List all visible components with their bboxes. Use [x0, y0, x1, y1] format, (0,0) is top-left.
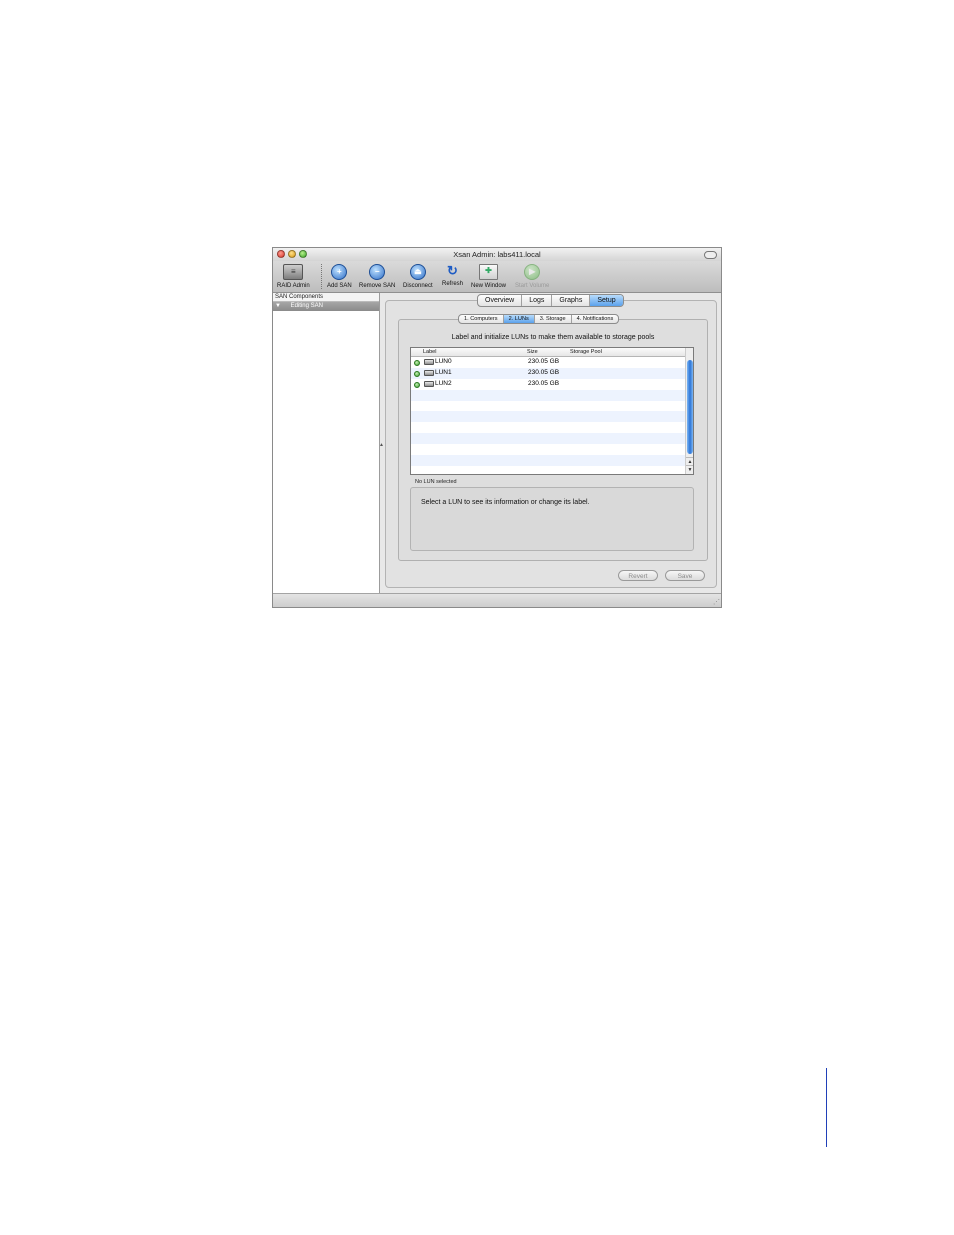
revert-button[interactable]: Revert — [618, 570, 658, 581]
remove-san-icon: − — [369, 264, 386, 280]
empty-row — [411, 455, 686, 466]
empty-row — [411, 444, 686, 455]
empty-row — [411, 411, 686, 423]
tab-logs[interactable]: Logs — [522, 295, 553, 306]
refresh-button[interactable]: ↻ Refresh — [442, 262, 463, 288]
raid-admin-button[interactable]: ≡ RAID Admin — [277, 262, 310, 289]
disk-icon — [424, 359, 434, 365]
remove-san-button[interactable]: − Remove SAN — [359, 262, 395, 289]
disk-icon — [424, 369, 434, 376]
disk-icon — [424, 380, 434, 387]
setup-subtabs: 1. Computers 2. LUNs 3. Storage 4. Notif… — [458, 314, 620, 324]
raid-admin-icon: ≡ — [283, 264, 304, 280]
tab-overview[interactable]: Overview — [478, 295, 523, 306]
scrollbar-thumb[interactable] — [687, 360, 693, 454]
toolbar-separator — [321, 264, 322, 289]
table-row[interactable]: LUN0 230.05 GB — [411, 357, 686, 368]
tab-graphs[interactable]: Graphs — [552, 295, 591, 306]
lun-size: 230.05 GB — [528, 379, 560, 387]
scroll-down-arrow-icon[interactable]: ▼ — [686, 465, 693, 473]
lun-label: LUN0 — [435, 358, 452, 365]
new-window-button[interactable]: ✚ New Window — [471, 262, 506, 289]
start-volume-icon: ▶ — [524, 264, 541, 280]
column-header-size[interactable]: Size — [527, 348, 538, 356]
empty-row — [411, 466, 686, 474]
lun-rows: LUN0 230.05 GB LUN1 230.05 GB LUN2 230.0… — [411, 357, 686, 474]
minimize-button[interactable] — [288, 250, 296, 258]
subtab-luns[interactable]: 2. LUNs — [503, 315, 535, 323]
column-header-label[interactable]: Label — [423, 348, 436, 356]
empty-row — [411, 433, 686, 445]
lun-label: LUN1 — [435, 368, 452, 376]
refresh-icon: ↻ — [447, 263, 458, 278]
new-window-icon: ✚ — [479, 264, 498, 280]
window-controls — [277, 250, 307, 258]
subtab-notifications[interactable]: 4. Notifications — [572, 315, 619, 323]
lun-info-text: Select a LUN to see its information or c… — [421, 499, 590, 506]
toolbar-toggle-button[interactable] — [704, 251, 717, 259]
status-online-icon — [414, 370, 420, 377]
empty-row — [411, 389, 686, 401]
zoom-button[interactable] — [299, 250, 307, 258]
tab-setup[interactable]: Setup — [590, 295, 623, 306]
disconnect-button[interactable]: ⏏ Disconnect — [403, 262, 433, 289]
status-online-icon — [414, 360, 420, 366]
add-san-button[interactable]: + Add SAN — [327, 262, 352, 289]
subtab-storage[interactable]: 3. Storage — [535, 315, 572, 323]
start-volume-button[interactable]: ▶ Start Volume — [515, 262, 549, 289]
status-online-icon — [414, 381, 420, 388]
resize-grip-icon[interactable]: ⋰ — [713, 599, 720, 606]
window-status-bar: ⋰ — [273, 593, 721, 607]
lun-table-header: Label Size Storage Pool — [411, 348, 686, 357]
lun-table[interactable]: Label Size Storage Pool LUN0 230.05 GB L… — [410, 347, 694, 475]
luns-instruction: Label and initialize LUNs to make them a… — [451, 334, 655, 341]
title-bar[interactable]: Xsan Admin: labs411.local — [273, 248, 721, 261]
lun-size: 230.05 GB — [528, 368, 560, 376]
vertical-scrollbar[interactable]: ▲ ▼ — [685, 348, 693, 474]
add-san-icon: + — [331, 264, 348, 280]
table-row[interactable]: LUN2 230.05 GB — [411, 379, 686, 390]
page-margin-rule — [826, 1068, 827, 1147]
empty-row — [411, 401, 686, 412]
disconnect-icon: ⏏ — [409, 264, 426, 280]
xsan-admin-window: Xsan Admin: labs411.local ≡ RAID Admin +… — [272, 247, 722, 608]
save-button[interactable]: Save — [665, 570, 705, 581]
sidebar-header: SAN Components — [273, 293, 379, 302]
disclosure-triangle-icon[interactable]: ▼ — [275, 303, 281, 309]
splitter-handle-icon[interactable]: ▲ — [379, 442, 384, 448]
close-button[interactable] — [277, 250, 285, 258]
main-tabs: Overview Logs Graphs Setup — [477, 294, 624, 307]
lun-info-box — [410, 487, 694, 551]
scroll-up-arrow-icon[interactable]: ▲ — [686, 457, 693, 465]
subtab-computers[interactable]: 1. Computers — [459, 315, 504, 323]
toolbar: ≡ RAID Admin + Add SAN − Remove SAN ⏏ Di… — [273, 261, 721, 293]
column-header-storage-pool[interactable]: Storage Pool — [570, 348, 602, 356]
selection-status: No LUN selected — [415, 479, 457, 485]
sidebar-item-editing-san[interactable]: ▼ Editing SAN — [273, 302, 379, 311]
lun-size: 230.05 GB — [528, 358, 560, 365]
lun-label: LUN2 — [435, 379, 452, 387]
san-components-sidebar: SAN Components ▼ Editing SAN — [273, 293, 380, 595]
window-title: Xsan Admin: labs411.local — [453, 250, 541, 259]
empty-row — [411, 422, 686, 433]
table-row[interactable]: LUN1 230.05 GB — [411, 367, 686, 379]
